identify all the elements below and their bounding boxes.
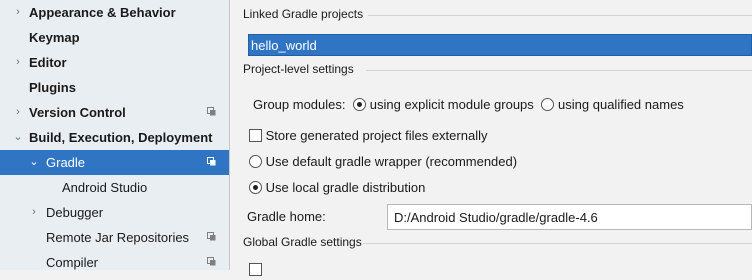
chevron-down-icon[interactable]: ⌄	[12, 125, 24, 150]
section-separator	[368, 15, 752, 16]
chevron-right-icon[interactable]: ›	[12, 0, 24, 25]
sidebar-item[interactable]: Compiler	[0, 250, 229, 270]
store-externally-row[interactable]: Store generated project files externally	[249, 126, 487, 146]
sidebar-item[interactable]: › Version Control	[0, 100, 229, 125]
project-scope-icon	[207, 157, 216, 166]
sidebar-item[interactable]: › Debugger	[0, 200, 229, 225]
chevron-down-icon[interactable]: ⌄	[28, 150, 40, 175]
chevron-right-icon[interactable]: ›	[28, 200, 40, 225]
group-modules-row: Group modules: using explicit module gro…	[253, 95, 684, 115]
sidebar-item[interactable]: Keymap	[0, 25, 229, 50]
default-wrapper-radio[interactable]	[249, 155, 262, 168]
sidebar-item[interactable]: Remote Jar Repositories	[0, 225, 229, 250]
sidebar-item-label: Compiler	[46, 255, 99, 270]
group-explicit-radio[interactable]	[353, 98, 367, 111]
default-wrapper-label[interactable]: Use default gradle wrapper (recommended)	[266, 154, 517, 169]
store-externally-label[interactable]: Store generated project files externally	[266, 128, 488, 143]
sidebar-item[interactable]: Plugins	[0, 75, 229, 100]
sidebar-item[interactable]: Android Studio	[0, 175, 229, 200]
gradle-settings-panel: Linked Gradle projects hello_world Proje…	[230, 0, 752, 276]
group-qualified-radio[interactable]	[541, 98, 555, 111]
offline-work-row[interactable]	[249, 260, 262, 280]
project-level-title: Project-level settings	[243, 62, 354, 76]
sidebar-item-label: Android Studio	[62, 180, 148, 195]
sidebar-item-label: Editor	[29, 55, 67, 70]
sidebar-item[interactable]: › Appearance & Behavior	[0, 0, 229, 25]
gradle-home-label: Gradle home:	[247, 209, 326, 224]
chevron-right-icon[interactable]: ›	[12, 50, 24, 75]
sidebar-item-label: Debugger	[46, 205, 104, 220]
settings-tree: › Appearance & Behavior Keymap › Editor Plugi…	[0, 0, 229, 270]
group-qualified-label[interactable]: using qualified names	[558, 97, 684, 112]
store-externally-checkbox[interactable]	[249, 129, 262, 142]
group-explicit-label[interactable]: using explicit module groups	[370, 97, 534, 112]
sidebar-item-label: Remote Jar Repositories	[46, 230, 190, 245]
project-name: hello_world	[251, 38, 317, 53]
global-settings-title: Global Gradle settings	[243, 235, 362, 249]
chevron-right-icon[interactable]: ›	[12, 100, 24, 125]
local-distribution-radio[interactable]	[249, 181, 262, 194]
linked-project-item[interactable]: hello_world	[248, 34, 752, 56]
default-wrapper-row[interactable]: Use default gradle wrapper (recommended)	[249, 152, 517, 172]
sidebar-item-label: Gradle	[46, 155, 86, 170]
local-distribution-row[interactable]: Use local gradle distribution	[249, 178, 425, 198]
sidebar-item-label: Appearance & Behavior	[29, 5, 176, 20]
linked-projects-title: Linked Gradle projects	[243, 7, 364, 21]
sidebar-item-label: Version Control	[29, 105, 126, 120]
section-separator	[363, 243, 752, 244]
sidebar-item-label: Plugins	[29, 80, 76, 95]
local-distribution-label[interactable]: Use local gradle distribution	[266, 180, 426, 195]
sidebar-item[interactable]: ⌄ Build, Execution, Deployment	[0, 125, 229, 150]
sidebar-item[interactable]: › Editor	[0, 50, 229, 75]
project-scope-icon	[207, 257, 216, 266]
sidebar-item-label: Keymap	[29, 30, 80, 45]
sidebar-item-label: Build, Execution, Deployment	[29, 130, 213, 145]
sidebar-item[interactable]: ⌄ Gradle	[0, 150, 229, 175]
project-scope-icon	[207, 107, 216, 116]
gradle-home-field[interactable]	[387, 204, 752, 230]
project-scope-icon	[207, 232, 216, 241]
group-modules-label: Group modules:	[253, 97, 346, 112]
section-separator	[366, 70, 752, 71]
